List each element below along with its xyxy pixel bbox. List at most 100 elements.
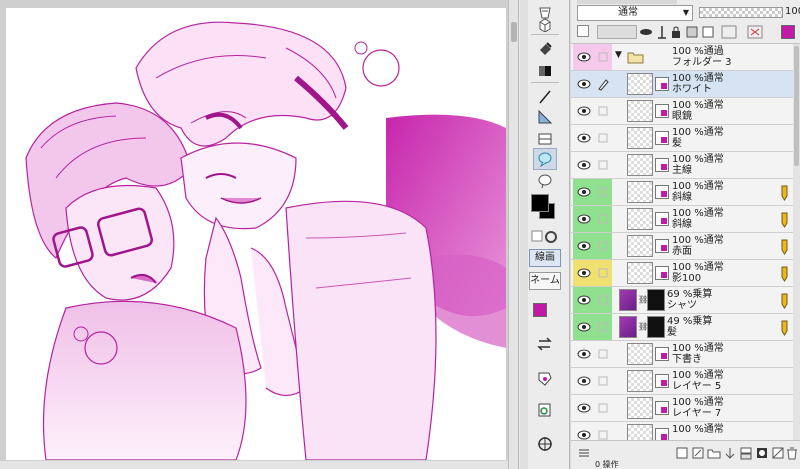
mask-thumbnail[interactable] — [647, 316, 665, 338]
layer-lock-slot[interactable] — [594, 341, 612, 367]
panel-tab-label[interactable]: 0 操作 — [595, 461, 619, 469]
fill-tool-icon[interactable] — [533, 38, 557, 60]
mask-create-icon[interactable] — [755, 446, 769, 460]
opacity-slider[interactable] — [699, 7, 783, 18]
layer-name[interactable]: 影100 — [672, 273, 701, 284]
edit-pen-icon[interactable] — [594, 71, 612, 97]
balloon-line-tool-icon[interactable] — [533, 170, 557, 192]
layer-lock-slot[interactable] — [594, 314, 612, 340]
swap-arrow-icon[interactable] — [533, 333, 557, 355]
layer-lock-slot[interactable] — [594, 368, 612, 394]
layer-name[interactable]: 髪 — [672, 138, 682, 149]
layer-lock-slot[interactable] — [594, 152, 612, 178]
layer-row[interactable]: 100 %通常 レイヤー 7 — [571, 395, 793, 422]
transfer-down-icon[interactable] — [723, 446, 737, 460]
eye-icon[interactable] — [573, 341, 594, 367]
eye-icon[interactable] — [573, 233, 594, 259]
new-vector-layer-icon[interactable] — [691, 446, 705, 460]
lock-icon[interactable] — [669, 25, 683, 39]
mask-thumbnail[interactable] — [647, 289, 665, 311]
layer-row[interactable]: ⛓ 49 %乗算髪 — [571, 314, 793, 341]
accent-color-chip[interactable] — [533, 303, 547, 317]
layer-list-scrollbar[interactable] — [793, 44, 800, 440]
tool-palette-scrollbar[interactable] — [520, 0, 528, 469]
layer-lock-slot[interactable] — [594, 206, 612, 232]
layer-row[interactable]: 100 %通常 ホワイト — [571, 71, 793, 98]
layer-name[interactable]: レイヤー 7 — [672, 408, 721, 419]
layer-lock-slot[interactable] — [594, 395, 612, 421]
delete-layer-icon[interactable] — [785, 446, 799, 460]
new-raster-layer-icon[interactable] — [675, 446, 689, 460]
mask-link-icon[interactable] — [721, 25, 737, 39]
layer-lock-slot[interactable] — [594, 179, 612, 205]
layer-row[interactable]: 100 %通常 影100 — [571, 260, 793, 287]
layer-name[interactable]: 斜線 — [672, 192, 692, 203]
frame-border-tool-icon[interactable] — [533, 128, 557, 150]
layer-row[interactable]: 100 %通常 レイヤー 5 — [571, 368, 793, 395]
eye-icon[interactable] — [573, 152, 594, 178]
canvas-artwork[interactable] — [6, 8, 506, 460]
layer-name[interactable]: 赤面 — [672, 246, 692, 257]
ruler-tool-icon[interactable] — [533, 106, 557, 128]
eye-icon[interactable] — [573, 314, 594, 340]
layer-name[interactable]: 斜線 — [672, 219, 692, 230]
canvas-area[interactable] — [0, 0, 518, 469]
eye-icon[interactable] — [573, 422, 594, 440]
3d-object-tool-icon[interactable] — [533, 14, 557, 36]
eye-icon[interactable] — [573, 287, 594, 313]
layer-row[interactable]: 100 %通常 赤面 — [571, 233, 793, 260]
blend-mode-select[interactable]: 通常 ▼ — [577, 5, 693, 21]
layer-row[interactable]: 100 %通常 斜線 — [571, 206, 793, 233]
eye-icon[interactable] — [573, 395, 594, 421]
main-color-swatch[interactable] — [531, 194, 549, 212]
draft-layer-icon[interactable] — [655, 25, 669, 39]
layer-lock-slot[interactable] — [594, 287, 612, 313]
layer-name[interactable]: 下書き — [672, 354, 702, 365]
layer-row[interactable]: ⛓ 69 %乗算 シャツ — [571, 287, 793, 314]
line-tool-icon[interactable] — [533, 86, 557, 108]
layer-row[interactable]: 100 %通常 眼鏡 — [571, 98, 793, 125]
layer-menu-icon[interactable] — [577, 446, 591, 460]
layer-name[interactable]: 髪 — [667, 327, 677, 338]
scroll-thumb[interactable] — [511, 22, 517, 42]
layer-name[interactable]: シャツ — [667, 300, 697, 311]
clip-layer-icon[interactable] — [701, 25, 715, 39]
layer-name[interactable]: 眼鏡 — [672, 111, 692, 122]
layer-lock-slot[interactable] — [594, 260, 612, 286]
navigator-icon[interactable] — [533, 399, 557, 421]
layer-lock-slot[interactable] — [594, 44, 612, 70]
clipping-icon[interactable] — [771, 446, 785, 460]
eye-icon[interactable] — [573, 368, 594, 394]
tab-lineart[interactable]: 線画 — [529, 249, 561, 267]
layer-folder-row[interactable]: ▼ 100 %通過 フォルダー 3 — [571, 44, 793, 71]
new-layer-icon[interactable] — [577, 25, 589, 37]
eye-icon[interactable] — [573, 98, 594, 124]
scroll-thumb[interactable] — [794, 46, 799, 166]
layer-row[interactable]: 100 %通常 下書き — [571, 341, 793, 368]
eye-icon[interactable] — [573, 206, 594, 232]
balloon-tool-icon[interactable] — [533, 148, 557, 170]
reference-layer-icon[interactable] — [639, 25, 653, 39]
new-folder-icon[interactable] — [707, 446, 721, 460]
layer-row[interactable]: 100 %通常 主線 — [571, 152, 793, 179]
eye-icon[interactable] — [573, 260, 594, 286]
folder-expand-icon[interactable]: ▼ — [615, 50, 622, 60]
layer-name[interactable]: ホワイト — [672, 84, 712, 95]
canvas-vertical-scrollbar[interactable] — [508, 0, 518, 469]
layer-color-icon[interactable] — [781, 25, 795, 39]
layer-row[interactable]: 100 %通常 斜線 — [571, 179, 793, 206]
layer-name[interactable]: フォルダー 3 — [672, 57, 732, 68]
mask-delete-icon[interactable] — [747, 25, 763, 39]
eye-icon[interactable] — [573, 44, 594, 70]
eye-icon[interactable] — [573, 71, 594, 97]
layer-lock-slot[interactable] — [594, 233, 612, 259]
layer-search-field[interactable] — [597, 25, 637, 39]
layer-name[interactable]: 主線 — [672, 165, 692, 176]
tab-name[interactable]: ネーム — [529, 272, 561, 290]
layer-property-icon[interactable] — [533, 367, 557, 389]
eye-icon[interactable] — [573, 179, 594, 205]
layer-lock-slot[interactable] — [594, 422, 612, 440]
gradient-tool-icon[interactable] — [533, 60, 557, 82]
compass-icon[interactable] — [533, 433, 557, 455]
merge-down-icon[interactable] — [739, 446, 753, 460]
